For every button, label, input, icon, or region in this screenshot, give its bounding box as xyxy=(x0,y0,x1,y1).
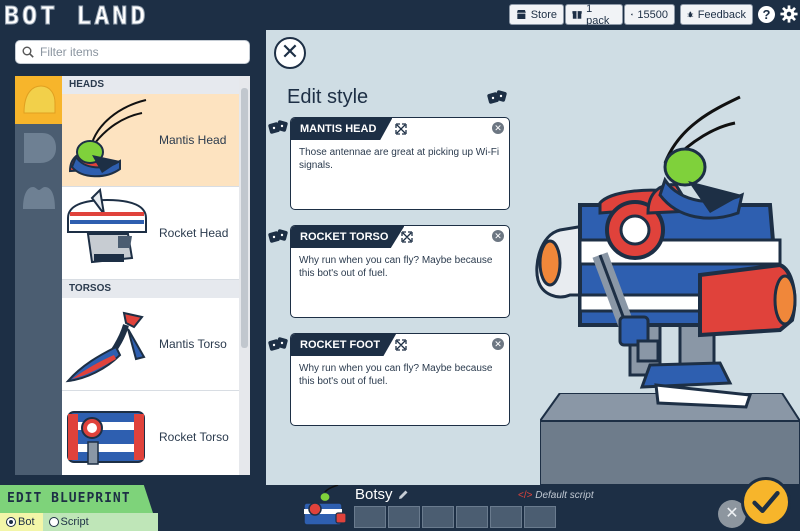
pack-icon xyxy=(572,11,582,19)
store-label: Store xyxy=(530,8,557,21)
mode-script-radio[interactable]: Script xyxy=(43,513,97,531)
search-icon xyxy=(22,46,34,58)
item-slot[interactable] xyxy=(456,506,488,528)
expand-icon[interactable] xyxy=(401,231,413,243)
category-tab-feet[interactable] xyxy=(15,172,62,220)
style-card-title: ROCKET FOOT xyxy=(291,334,397,356)
rocket-head-thumbnail xyxy=(67,188,147,264)
item-label: Rocket Head xyxy=(159,226,229,240)
list-item-rocket-torso[interactable]: Rocket Torso xyxy=(62,391,239,475)
bot-preview xyxy=(535,95,797,409)
scrollbar-thumb[interactable] xyxy=(241,88,248,348)
category-tab-heads[interactable] xyxy=(15,76,62,124)
edit-blueprint-label: EDIT BLUEPRINT xyxy=(0,485,153,513)
remove-part-icon[interactable]: ✕ xyxy=(492,338,504,350)
store-button[interactable]: Store xyxy=(509,4,564,25)
item-slots xyxy=(354,506,556,528)
parts-panel: HEADS Mantis Head Rocket Head xyxy=(0,30,266,485)
head-category-icon xyxy=(22,85,55,114)
mode-script-label: Script xyxy=(60,516,89,528)
edit-style-title: Edit style xyxy=(287,86,369,108)
item-slot[interactable] xyxy=(490,506,522,528)
confirm-checkmark-button[interactable] xyxy=(741,477,791,527)
pack-label: 1 pack xyxy=(586,2,610,27)
item-label: Mantis Torso xyxy=(159,337,227,351)
parts-list-scrollbar[interactable] xyxy=(239,76,250,475)
bot-name-text: Botsy xyxy=(355,486,393,503)
style-card-description: Why run when you can fly? Maybe because … xyxy=(299,363,493,387)
radio-icon xyxy=(6,517,16,527)
section-heading-torsos: TORSOS xyxy=(62,280,239,298)
remove-part-icon[interactable]: ✕ xyxy=(492,230,504,242)
pack-button[interactable]: 1 pack xyxy=(565,2,623,27)
style-card-head: MANTIS HEAD ✕ Those antennae are great a… xyxy=(290,117,510,210)
remove-part-icon[interactable]: ✕ xyxy=(492,122,504,134)
style-card-torso: ROCKET TORSO ✕ Why run when you can fly?… xyxy=(290,225,510,318)
item-slot[interactable] xyxy=(388,506,420,528)
pencil-icon[interactable] xyxy=(397,489,409,501)
feedback-label: Feedback xyxy=(697,8,746,21)
bot-name[interactable]: Botsy xyxy=(355,486,409,503)
app-logo: BOT LAND xyxy=(3,1,149,31)
style-card-description: Those antennae are great at picking up W… xyxy=(299,147,500,171)
top-bar: BOT LAND Store 1 pack 15500 Feedback ? xyxy=(0,0,800,31)
randomize-torso-dice-icon[interactable] xyxy=(268,227,288,245)
style-card-foot: ROCKET FOOT ✕ Why run when you can fly? … xyxy=(290,333,510,426)
item-slot[interactable] xyxy=(422,506,454,528)
coins-label: 15500 xyxy=(637,8,668,21)
list-item-mantis-head[interactable]: Mantis Head xyxy=(62,94,239,187)
store-icon xyxy=(516,10,526,19)
torso-category-icon xyxy=(23,133,56,163)
default-script-link[interactable]: </> Default script xyxy=(518,490,594,501)
help-button[interactable]: ? xyxy=(758,6,775,23)
coins-button[interactable]: 15500 xyxy=(624,4,675,25)
randomize-head-dice-icon[interactable] xyxy=(268,118,288,136)
mode-bot-radio[interactable]: Bot xyxy=(0,513,43,531)
gear-icon[interactable] xyxy=(780,5,798,23)
filter-field[interactable] xyxy=(15,40,250,64)
randomize-all-dice-icon[interactable] xyxy=(487,88,507,106)
category-tab-torsos[interactable] xyxy=(15,124,62,172)
feedback-button[interactable]: Feedback xyxy=(680,4,753,25)
category-tabs xyxy=(15,76,62,475)
close-button[interactable]: ✕ xyxy=(274,37,306,69)
script-label: Default script xyxy=(535,490,594,501)
expand-icon[interactable] xyxy=(395,123,407,135)
parts-list: HEADS Mantis Head Rocket Head TORSOS Man… xyxy=(62,76,239,475)
style-card-title: MANTIS HEAD xyxy=(291,118,393,140)
item-label: Mantis Head xyxy=(159,133,227,147)
mode-toggle: Bot Script xyxy=(0,513,158,531)
item-slot[interactable] xyxy=(354,506,386,528)
list-item-mantis-torso[interactable]: Mantis Torso xyxy=(62,298,239,391)
section-heading-heads: HEADS xyxy=(62,76,239,94)
mantis-torso-thumbnail xyxy=(65,311,146,383)
radio-icon xyxy=(48,517,59,527)
rocket-torso-thumbnail xyxy=(67,411,145,465)
mode-bot-label: Bot xyxy=(18,516,35,528)
mantis-head-thumbnail xyxy=(68,99,147,178)
style-card-description: Why run when you can fly? Maybe because … xyxy=(299,255,493,279)
coins-icon xyxy=(631,13,634,16)
style-card-title: ROCKET TORSO xyxy=(291,226,405,248)
item-slot[interactable] xyxy=(524,506,556,528)
bug-icon xyxy=(687,11,694,18)
list-item-rocket-head[interactable]: Rocket Head xyxy=(62,187,239,280)
code-icon: </> xyxy=(518,490,533,501)
bot-avatar[interactable] xyxy=(298,485,348,531)
foot-category-icon xyxy=(22,187,55,209)
filter-input[interactable] xyxy=(40,45,240,59)
randomize-foot-dice-icon[interactable] xyxy=(268,335,288,353)
expand-icon[interactable] xyxy=(395,339,407,351)
item-label: Rocket Torso xyxy=(159,430,229,444)
